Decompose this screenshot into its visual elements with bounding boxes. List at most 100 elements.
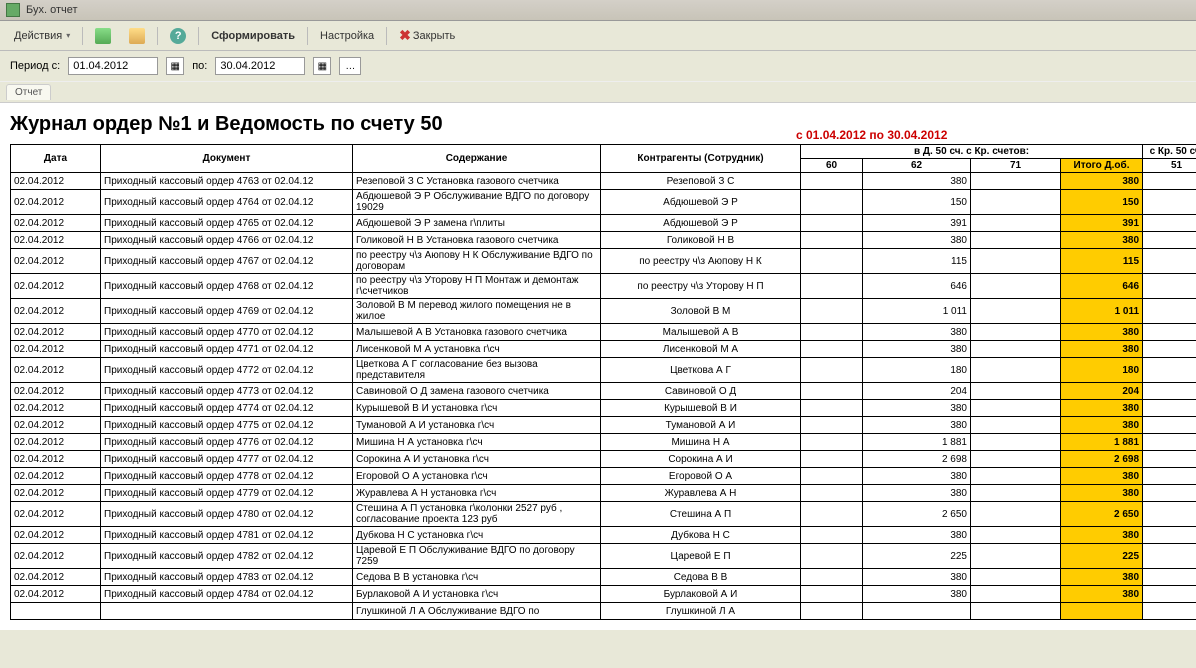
report-title: Журнал ордер №1 и Ведомость по счету 50 (10, 113, 796, 136)
table-row[interactable]: 02.04.2012Приходный кассовый ордер 4770 … (11, 324, 1196, 341)
add-button[interactable] (89, 26, 117, 46)
cell-doc: Приходный кассовый ордер 4764 от 02.04.1… (101, 190, 353, 215)
cell-desc: Бурлаковой А И установка г\сч (353, 586, 601, 603)
cell-date: 02.04.2012 (11, 299, 101, 324)
cell-desc: Мишина Н А установка г\сч (353, 434, 601, 451)
calendar-to-icon[interactable]: ▦ (313, 57, 331, 75)
cell-62: 150 (863, 190, 971, 215)
cell-desc: Малышевой А В Установка газового счетчик… (353, 324, 601, 341)
table-row[interactable]: 02.04.2012Приходный кассовый ордер 4784 … (11, 586, 1196, 603)
table-row[interactable]: 02.04.2012Приходный кассовый ордер 4778 … (11, 468, 1196, 485)
calendar-from-icon[interactable]: ▦ (166, 57, 184, 75)
table-row[interactable]: 02.04.2012Приходный кассовый ордер 4774 … (11, 400, 1196, 417)
cell-doc: Приходный кассовый ордер 4776 от 02.04.1… (101, 434, 353, 451)
cell-agent: Егоровой О А (601, 468, 801, 485)
cell-total: 380 (1061, 173, 1143, 190)
cell-desc: Резеповой З С Установка газового счетчик… (353, 173, 601, 190)
report-area: Журнал ордер №1 и Ведомость по счету 50 … (0, 103, 1196, 630)
date-to-input[interactable] (215, 57, 305, 75)
period-picker-button[interactable]: … (339, 57, 361, 75)
table-row[interactable]: 02.04.2012Приходный кассовый ордер 4780 … (11, 502, 1196, 527)
table-row[interactable]: 02.04.2012Приходный кассовый ордер 4763 … (11, 173, 1196, 190)
cell-71 (971, 434, 1061, 451)
cell-62: 1 881 (863, 434, 971, 451)
close-label: Закрыть (413, 30, 455, 42)
cell-desc: Лисенковой М А установка г\сч (353, 341, 601, 358)
cell-71 (971, 586, 1061, 603)
cell-total: 380 (1061, 417, 1143, 434)
tab-bar: Отчет (0, 82, 1196, 103)
table-row[interactable]: 02.04.2012Приходный кассовый ордер 4766 … (11, 232, 1196, 249)
cell-doc: Приходный кассовый ордер 4774 от 02.04.1… (101, 400, 353, 417)
cell-51 (1143, 485, 1196, 502)
cell-62: 1 011 (863, 299, 971, 324)
cell-total: 2 650 (1061, 502, 1143, 527)
cell-date: 02.04.2012 (11, 324, 101, 341)
cell-71 (971, 190, 1061, 215)
cell-total: 380 (1061, 485, 1143, 502)
table-row[interactable]: 02.04.2012Приходный кассовый ордер 4783 … (11, 569, 1196, 586)
cell-doc: Приходный кассовый ордер 4768 от 02.04.1… (101, 274, 353, 299)
cell-60 (801, 173, 863, 190)
cell-desc: Царевой Е П Обслуживание ВДГО по договор… (353, 544, 601, 569)
cell-doc: Приходный кассовый ордер 4778 от 02.04.1… (101, 468, 353, 485)
cell-agent: Стешина А П (601, 502, 801, 527)
cell-60 (801, 468, 863, 485)
cell-agent: Абдюшевой Э Р (601, 190, 801, 215)
edit-icon (129, 28, 145, 44)
cell-62: 180 (863, 358, 971, 383)
cell-71 (971, 324, 1061, 341)
cell-doc: Приходный кассовый ордер 4765 от 02.04.1… (101, 215, 353, 232)
cell-doc: Приходный кассовый ордер 4770 от 02.04.1… (101, 324, 353, 341)
col-agent: Контрагенты (Сотрудник) (601, 145, 801, 173)
cell-51 (1143, 417, 1196, 434)
table-row[interactable]: 02.04.2012Приходный кассовый ордер 4776 … (11, 434, 1196, 451)
table-row[interactable]: 02.04.2012Приходный кассовый ордер 4773 … (11, 383, 1196, 400)
table-row[interactable]: 02.04.2012Приходный кассовый ордер 4768 … (11, 274, 1196, 299)
table-row[interactable]: 02.04.2012Приходный кассовый ордер 4771 … (11, 341, 1196, 358)
cell-62: 2 650 (863, 502, 971, 527)
date-from-input[interactable] (68, 57, 158, 75)
cell-60 (801, 451, 863, 468)
col-51: 51 (1143, 159, 1196, 173)
cell-62: 380 (863, 341, 971, 358)
actions-dropdown[interactable]: Действия (8, 28, 76, 44)
table-row[interactable]: 02.04.2012Приходный кассовый ордер 4767 … (11, 249, 1196, 274)
cell-62: 391 (863, 215, 971, 232)
table-row[interactable]: Глушкиной Л А Обслуживание ВДГО поГлушки… (11, 603, 1196, 620)
tab-report[interactable]: Отчет (6, 84, 51, 100)
cell-agent: Глушкиной Л А (601, 603, 801, 620)
cell-total: 150 (1061, 190, 1143, 215)
cell-51 (1143, 215, 1196, 232)
cell-doc: Приходный кассовый ордер 4779 от 02.04.1… (101, 485, 353, 502)
cell-71 (971, 502, 1061, 527)
cell-doc: Приходный кассовый ордер 4767 от 02.04.1… (101, 249, 353, 274)
cell-desc: Голиковой Н В Установка газового счетчик… (353, 232, 601, 249)
cell-51 (1143, 544, 1196, 569)
form-button[interactable]: Сформировать (205, 28, 301, 44)
cell-71 (971, 274, 1061, 299)
cell-agent: Курышевой В И (601, 400, 801, 417)
cell-71 (971, 485, 1061, 502)
cell-62: 380 (863, 400, 971, 417)
cell-62: 225 (863, 544, 971, 569)
table-row[interactable]: 02.04.2012Приходный кассовый ордер 4779 … (11, 485, 1196, 502)
cell-51 (1143, 232, 1196, 249)
table-row[interactable]: 02.04.2012Приходный кассовый ордер 4775 … (11, 417, 1196, 434)
table-row[interactable]: 02.04.2012Приходный кассовый ордер 4777 … (11, 451, 1196, 468)
cell-agent: Резеповой З С (601, 173, 801, 190)
help-button[interactable]: ? (164, 26, 192, 46)
edit-button[interactable] (123, 26, 151, 46)
table-row[interactable]: 02.04.2012Приходный кассовый ордер 4772 … (11, 358, 1196, 383)
table-row[interactable]: 02.04.2012Приходный кассовый ордер 4769 … (11, 299, 1196, 324)
cell-doc: Приходный кассовый ордер 4775 от 02.04.1… (101, 417, 353, 434)
col-62: 62 (863, 159, 971, 173)
table-row[interactable]: 02.04.2012Приходный кассовый ордер 4781 … (11, 527, 1196, 544)
table-row[interactable]: 02.04.2012Приходный кассовый ордер 4765 … (11, 215, 1196, 232)
table-row[interactable]: 02.04.2012Приходный кассовый ордер 4782 … (11, 544, 1196, 569)
cell-desc: Егоровой О А установка г\сч (353, 468, 601, 485)
settings-button[interactable]: Настройка (314, 28, 380, 44)
close-button[interactable]: ✖ Закрыть (393, 25, 461, 46)
table-row[interactable]: 02.04.2012Приходный кассовый ордер 4764 … (11, 190, 1196, 215)
cell-60 (801, 502, 863, 527)
